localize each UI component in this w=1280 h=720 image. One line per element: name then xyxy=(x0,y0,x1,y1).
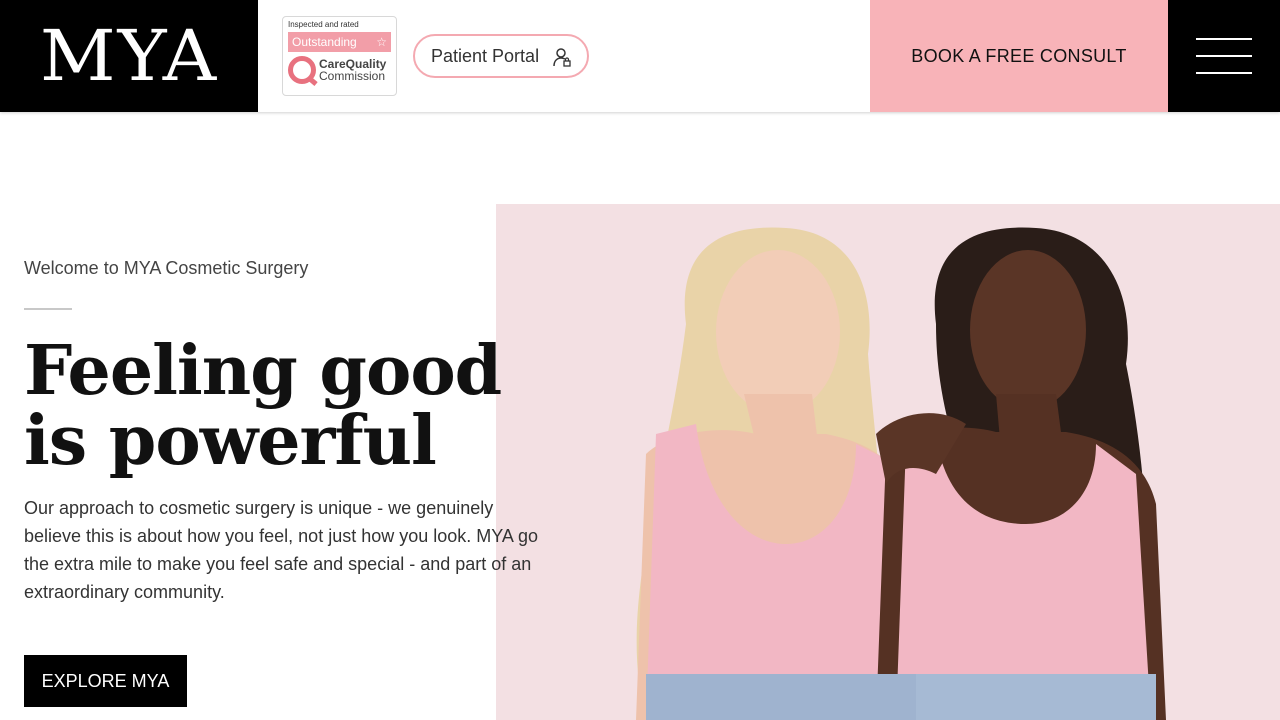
site-header: MYA Inspected and rated Outstanding ☆ Ca… xyxy=(0,0,1280,112)
hero-photo-illustration xyxy=(496,204,1280,720)
cqc-rating-label: Outstanding xyxy=(292,35,357,49)
menu-icon-line-3 xyxy=(1196,72,1252,74)
hero-headline: Feeling good is powerful xyxy=(24,331,502,481)
menu-icon-line-2 xyxy=(1196,55,1252,57)
book-consult-button[interactable]: BOOK A FREE CONSULT xyxy=(870,0,1168,112)
patient-portal-label: Patient Portal xyxy=(431,45,540,66)
explore-mya-button[interactable]: EXPLORE MYA xyxy=(24,655,187,707)
hero-headline-line2: is powerful xyxy=(24,401,437,481)
welcome-intro: Welcome to MYA Cosmetic Surgery xyxy=(24,258,309,278)
cqc-logo: CareQuality Commission xyxy=(288,56,391,84)
hero-body-text: Our approach to cosmetic surgery is uniq… xyxy=(24,498,538,602)
user-lock-icon xyxy=(553,48,571,67)
patient-portal-button[interactable]: Patient Portal xyxy=(413,34,589,78)
menu-button[interactable] xyxy=(1168,0,1280,112)
hero-image xyxy=(496,204,1280,720)
star-icon: ☆ xyxy=(376,35,387,49)
menu-icon-line-1 xyxy=(1196,38,1252,40)
cqc-org-name: CareQuality Commission xyxy=(319,58,386,82)
cqc-q-icon xyxy=(288,56,316,84)
cqc-org-line2: Commission xyxy=(319,69,386,83)
logo[interactable]: MYA xyxy=(0,0,258,112)
divider xyxy=(24,308,72,310)
cqc-inspected-label: Inspected and rated xyxy=(288,20,359,29)
cqc-rating-badge[interactable]: Inspected and rated Outstanding ☆ CareQu… xyxy=(282,16,397,96)
cqc-rating-bar: Outstanding ☆ xyxy=(288,32,391,52)
hero-headline-line1: Feeling good xyxy=(24,331,502,411)
logo-text: MYA xyxy=(39,15,219,97)
